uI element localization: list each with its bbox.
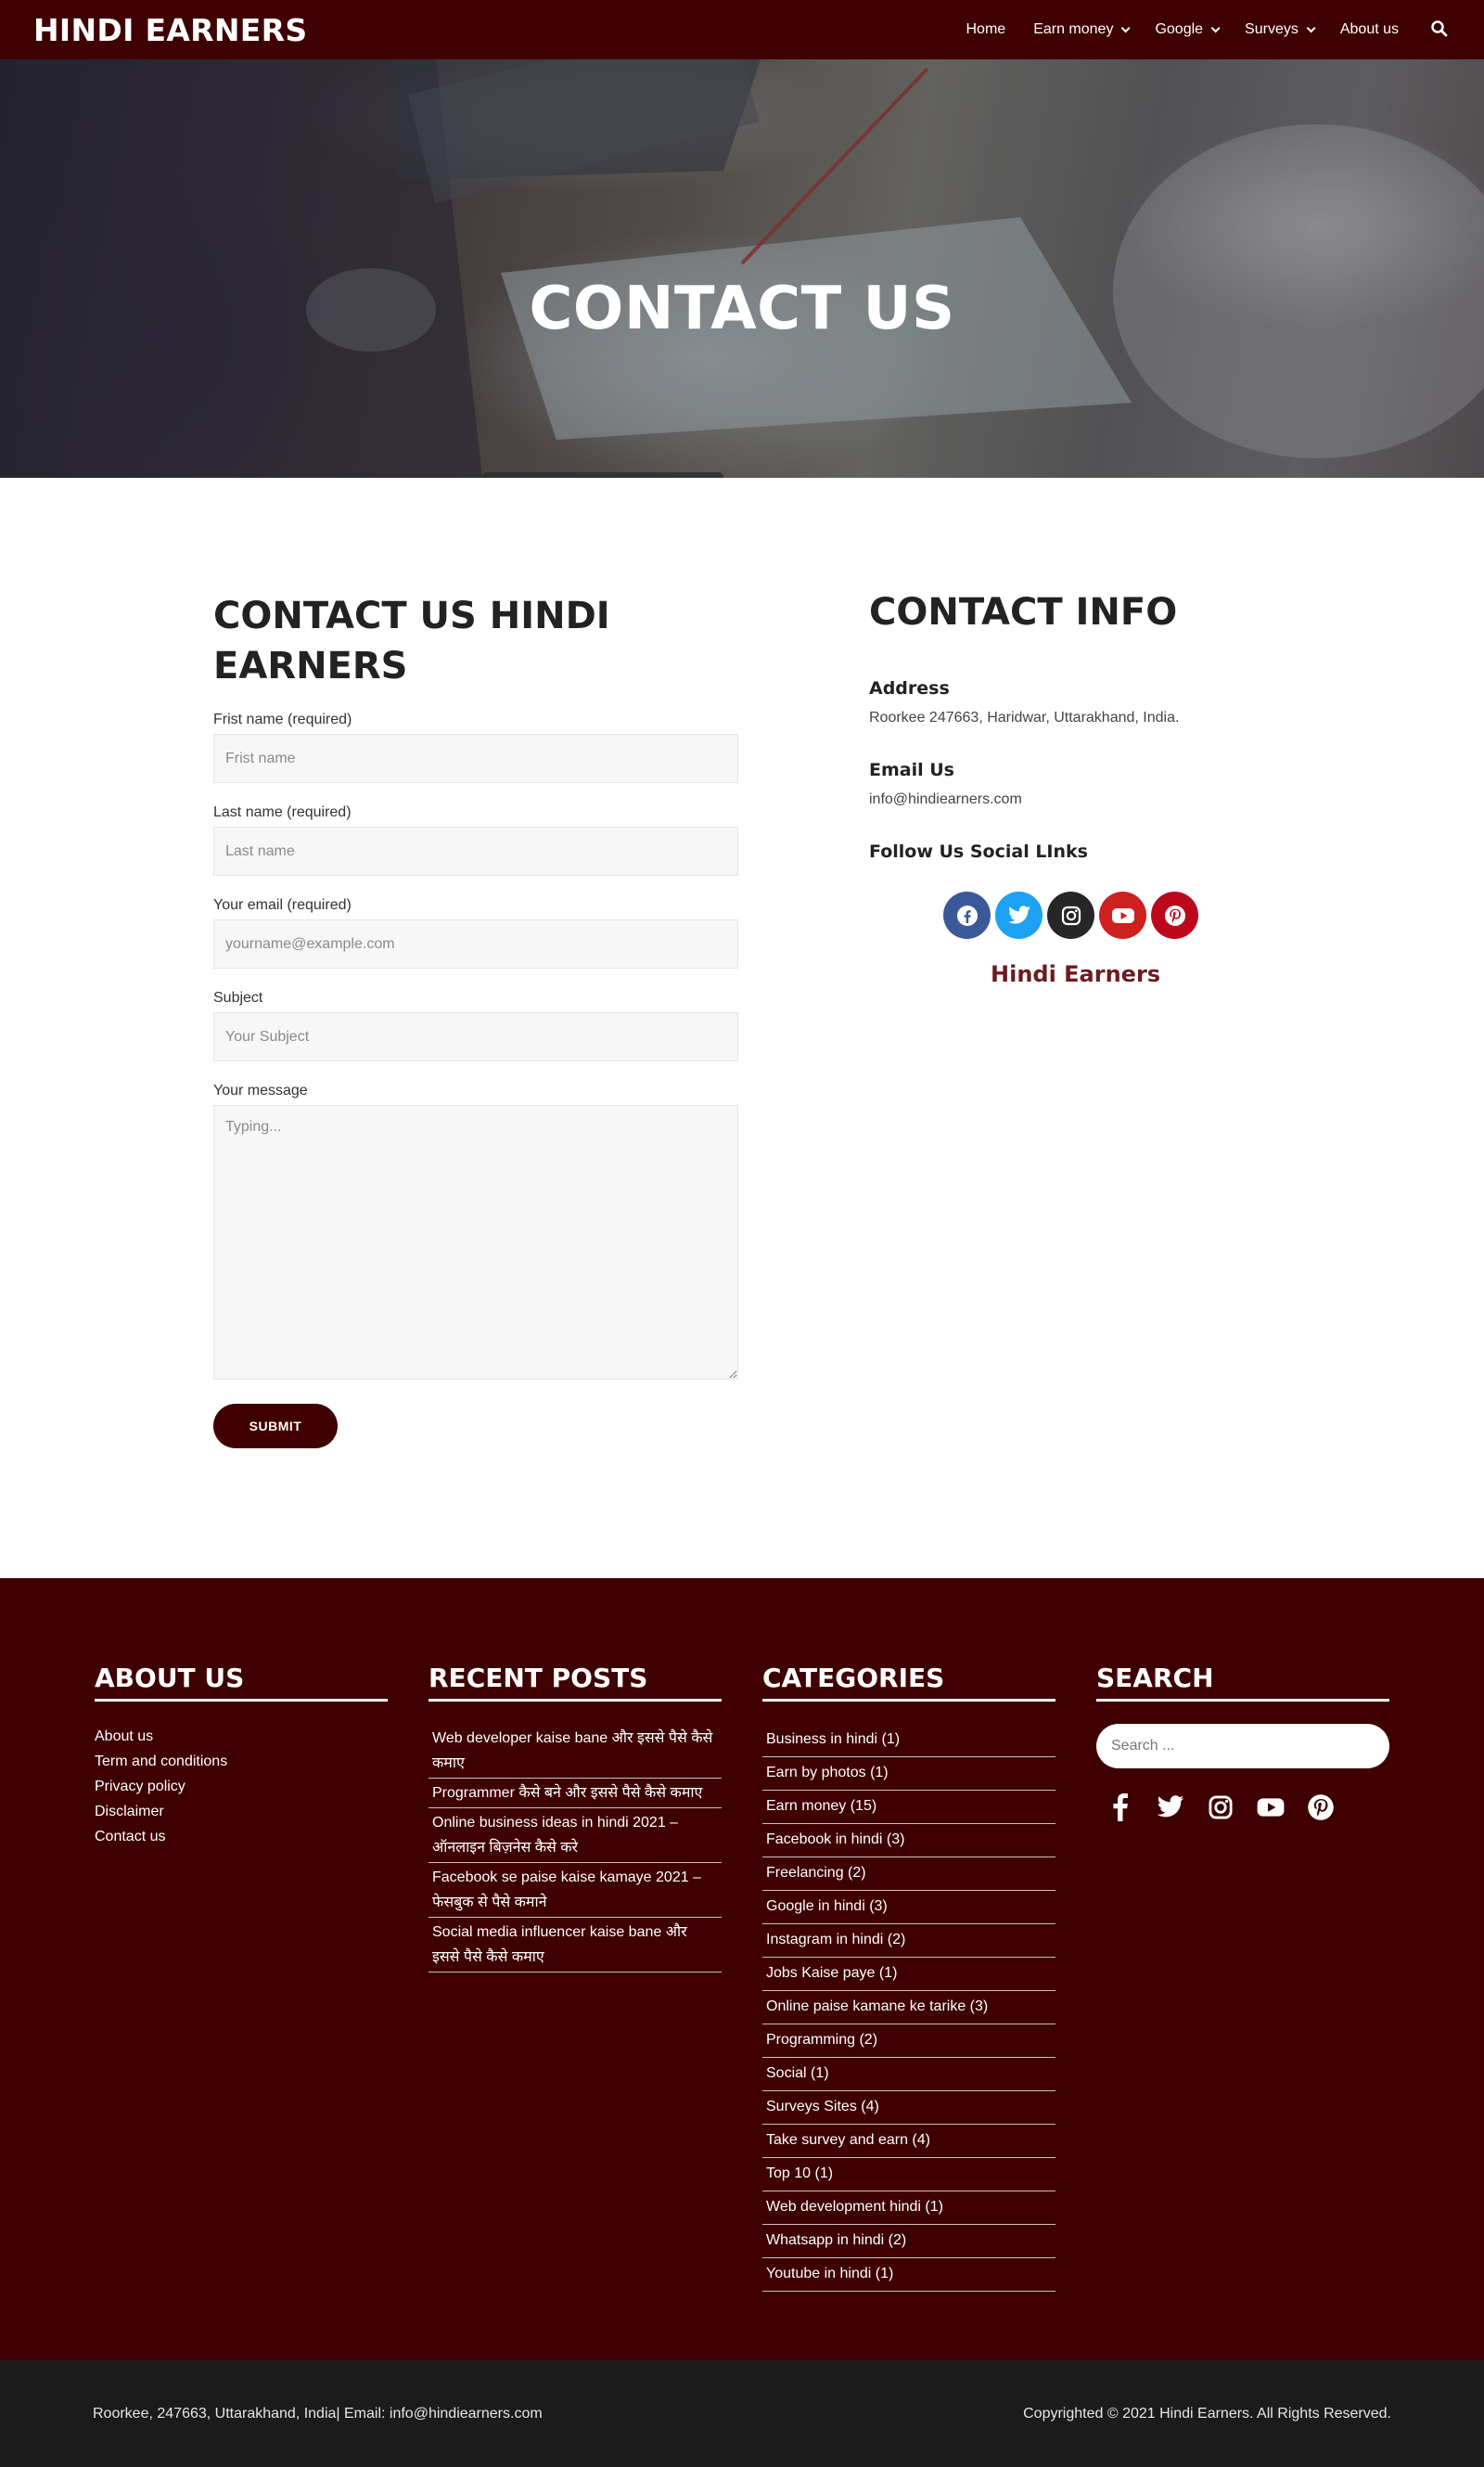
footer-link[interactable]: Contact us xyxy=(95,1824,388,1849)
footer-search-input[interactable] xyxy=(1096,1724,1389,1768)
contact-section: CONTACT US HINDI EARNERS Frist name (req… xyxy=(0,478,1484,1578)
twitter-icon[interactable] xyxy=(1154,1792,1187,1822)
email-label: Your email (required) xyxy=(213,897,352,913)
footer-link[interactable]: Privacy policy xyxy=(95,1774,388,1799)
social-links xyxy=(943,892,1259,939)
contact-info: CONTACT INFO Address Roorkee 247663, Har… xyxy=(869,591,1259,987)
nav-label: Google xyxy=(1155,21,1204,37)
category-link[interactable]: Web development hindi (1) xyxy=(762,2191,1055,2225)
recent-post-list: Web developer kaise bane और इससे पैसे कै… xyxy=(429,1724,722,1972)
hero-banner: CONTACT US xyxy=(0,59,1484,478)
main-menu: Home Earn money Google Surveys About us xyxy=(966,19,1452,40)
category-link[interactable]: Whatsapp in hindi (2) xyxy=(762,2225,1055,2258)
recent-post-link[interactable]: Web developer kaise bane और इससे पैसे कै… xyxy=(429,1724,722,1779)
category-link[interactable]: Youtube in hindi (1) xyxy=(762,2258,1055,2292)
facebook-icon[interactable] xyxy=(1104,1792,1137,1822)
footer-search-heading: SEARCH xyxy=(1096,1663,1389,1702)
top-navbar: HINDI EARNERS Home Earn money Google Sur… xyxy=(0,0,1484,59)
footer-about: ABOUT US About us Term and conditions Pr… xyxy=(95,1663,388,1849)
category-link[interactable]: Surveys Sites (4) xyxy=(762,2091,1055,2125)
copyright-text: Copyrighted © 2021 Hindi Earners. All Ri… xyxy=(1023,2405,1391,2422)
nav-item-about-us[interactable]: About us xyxy=(1340,21,1399,38)
pinterest-icon[interactable] xyxy=(1151,892,1198,939)
twitter-icon[interactable] xyxy=(995,892,1043,939)
hero-title: CONTACT US xyxy=(529,275,955,343)
chevron-down-icon xyxy=(1210,22,1221,32)
last-name-label: Last name (required) xyxy=(213,804,352,820)
footer-link[interactable]: Term and conditions xyxy=(95,1749,388,1774)
footer-link[interactable]: Disclaimer xyxy=(95,1799,388,1824)
category-list: Business in hindi (1) Earn by photos (1)… xyxy=(762,1724,1055,2292)
bottom-bar: Roorkee, 247663, Uttarakhand, India| Ema… xyxy=(0,2360,1484,2467)
category-link[interactable]: Earn by photos (1) xyxy=(762,1757,1055,1791)
category-link[interactable]: Business in hindi (1) xyxy=(762,1724,1055,1757)
subject-field[interactable] xyxy=(213,1012,738,1061)
email-us-value[interactable]: info@hindiearners.com xyxy=(869,791,1259,808)
recent-post-link[interactable]: Online business ideas in hindi 2021 – ऑन… xyxy=(429,1808,722,1863)
message-label: Your message xyxy=(213,1083,308,1099)
address-value: Roorkee 247663, Haridwar, Uttarakhand, I… xyxy=(869,710,1180,726)
nav-label: Surveys xyxy=(1245,21,1298,37)
category-link[interactable]: Online paise kamane ke tarike (3) xyxy=(762,1991,1055,2024)
recent-post-link[interactable]: Social media influencer kaise bane और इस… xyxy=(429,1918,722,1972)
category-link[interactable]: Social (1) xyxy=(762,2058,1055,2091)
search-icon[interactable] xyxy=(1430,19,1451,40)
footer-about-heading: ABOUT US xyxy=(95,1663,388,1702)
brand-name: Hindi Earners xyxy=(991,961,1161,987)
instagram-icon[interactable] xyxy=(1047,892,1094,939)
category-link[interactable]: Earn money (15) xyxy=(762,1791,1055,1824)
category-link[interactable]: Programming (2) xyxy=(762,2024,1055,2058)
nav-label: Earn money xyxy=(1033,21,1114,37)
subject-label: Subject xyxy=(213,990,263,1006)
nav-item-earn-money[interactable]: Earn money xyxy=(1033,21,1132,38)
pinterest-icon[interactable] xyxy=(1304,1792,1337,1822)
recent-post-link[interactable]: Facebook se paise kaise kamaye 2021 – फे… xyxy=(429,1863,722,1918)
hero-overlay xyxy=(0,59,1484,478)
category-link[interactable]: Instagram in hindi (2) xyxy=(762,1924,1055,1958)
last-name-field[interactable] xyxy=(213,827,738,876)
address-label: Address xyxy=(869,678,950,699)
email-us-label: Email Us xyxy=(869,760,954,780)
nav-item-surveys[interactable]: Surveys xyxy=(1245,21,1316,38)
first-name-label: Frist name (required) xyxy=(213,712,352,727)
first-name-field[interactable] xyxy=(213,734,738,783)
category-link[interactable]: Google in hindi (3) xyxy=(762,1891,1055,1924)
chevron-down-icon xyxy=(1306,22,1316,32)
about-links: About us Term and conditions Privacy pol… xyxy=(95,1724,388,1849)
site-logo[interactable]: HINDI EARNERS xyxy=(33,12,307,48)
nav-item-google[interactable]: Google xyxy=(1155,21,1221,38)
form-heading: CONTACT US HINDI EARNERS xyxy=(213,595,610,687)
footer-recent-heading: RECENT POSTS xyxy=(429,1663,722,1702)
nav-item-home[interactable]: Home xyxy=(966,21,1006,38)
footer-search: SEARCH xyxy=(1096,1663,1389,1822)
contact-form: CONTACT US HINDI EARNERS Frist name (req… xyxy=(213,591,738,1448)
footer-categories-heading: CATEGORIES xyxy=(762,1663,1055,1702)
category-link[interactable]: Freelancing (2) xyxy=(762,1857,1055,1891)
footer-social-links xyxy=(1096,1792,1389,1822)
bottom-address: Roorkee, 247663, Uttarakhand, India| Ema… xyxy=(93,2405,543,2422)
info-heading: CONTACT INFO xyxy=(869,591,1178,634)
footer-link[interactable]: About us xyxy=(95,1724,388,1749)
email-field[interactable] xyxy=(213,919,738,969)
footer-categories: CATEGORIES Business in hindi (1) Earn by… xyxy=(762,1663,1055,2292)
nav-label: About us xyxy=(1339,21,1399,37)
category-link[interactable]: Take survey and earn (4) xyxy=(762,2125,1055,2158)
recent-post-link[interactable]: Programmer कैसे बने और इससे पैसे कैसे कम… xyxy=(429,1779,722,1808)
facebook-icon[interactable] xyxy=(943,892,991,939)
submit-button[interactable]: SUBMIT xyxy=(213,1404,338,1448)
nav-label: Home xyxy=(966,21,1006,37)
message-field[interactable] xyxy=(213,1105,738,1380)
category-link[interactable]: Jobs Kaise paye (1) xyxy=(762,1958,1055,1991)
footer: ABOUT US About us Term and conditions Pr… xyxy=(0,1578,1484,2360)
category-link[interactable]: Top 10 (1) xyxy=(762,2158,1055,2191)
category-link[interactable]: Facebook in hindi (3) xyxy=(762,1824,1055,1857)
chevron-down-icon xyxy=(1121,22,1132,32)
youtube-icon[interactable] xyxy=(1254,1792,1287,1822)
follow-us-label: Follow Us Social LInks xyxy=(869,842,1088,862)
footer-recent-posts: RECENT POSTS Web developer kaise bane और… xyxy=(429,1663,722,1972)
youtube-icon[interactable] xyxy=(1099,892,1146,939)
instagram-icon[interactable] xyxy=(1204,1792,1237,1822)
